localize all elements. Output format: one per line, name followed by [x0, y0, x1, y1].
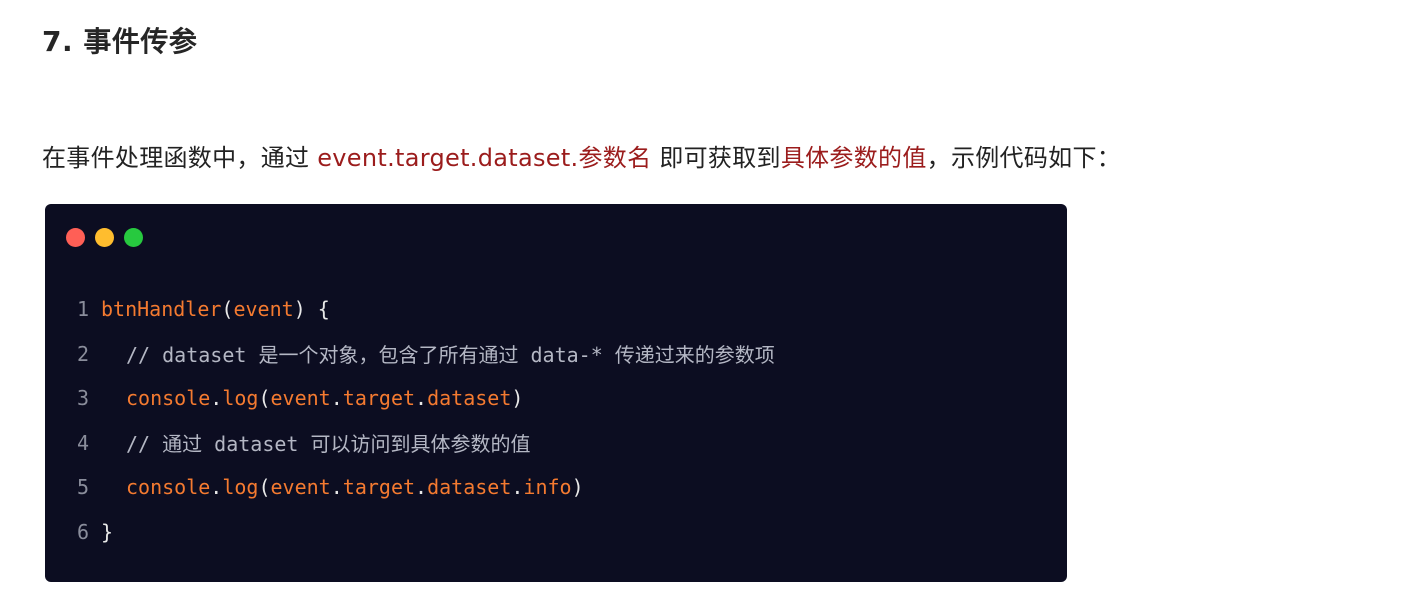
code-lines: 1 btnHandler(event) { 2// dataset 是一个对象，包… — [45, 287, 1067, 554]
window-controls — [66, 228, 143, 247]
code-line-5: 5 console.log(event.target.dataset.info) — [45, 465, 1067, 510]
token: target — [342, 386, 416, 411]
token: target — [342, 475, 416, 500]
code-line-1: 1 btnHandler(event) { — [45, 287, 1067, 332]
token: info — [523, 475, 572, 500]
code-comment: // 通过 dataset 可以访问到具体参数的值 — [126, 432, 531, 457]
line-number: 1 — [76, 297, 89, 322]
description-paragraph: 在事件处理函数中，通过 event.target.dataset.参数名 即可获… — [42, 138, 1121, 173]
paragraph-prefix: 在事件处理函数中，通过 — [42, 144, 318, 172]
paragraph-middle: 即可获取到 — [651, 144, 781, 172]
token: . — [210, 386, 223, 411]
token: event — [270, 386, 331, 411]
token: ( — [258, 386, 271, 411]
code-line-3: 3 console.log(event.target.dataset) — [45, 376, 1067, 421]
code-line-6: 6} — [45, 510, 1067, 555]
token: console — [126, 475, 211, 500]
maximize-dot-icon — [124, 228, 143, 247]
line-number: 3 — [76, 386, 89, 411]
token: log — [222, 386, 259, 411]
function-name: btnHandler — [101, 297, 222, 322]
line-number: 6 — [76, 519, 89, 544]
code-reference: event.target.dataset.参数名 — [317, 144, 652, 172]
token: dataset — [427, 475, 512, 500]
token: . — [210, 475, 223, 500]
paragraph-suffix: ，示例代码如下： — [926, 144, 1122, 172]
paren-close-brace: ) { — [293, 297, 330, 322]
code-line-2: 2 // dataset 是一个对象，包含了所有通过 data-* 传递过来的参数… — [45, 332, 1067, 377]
param-name: event — [233, 297, 294, 322]
token: ( — [258, 475, 271, 500]
code-block: 1 btnHandler(event) { 2// dataset 是一个对象，包… — [45, 204, 1067, 582]
section-heading: 7. 事件传参 — [42, 25, 198, 58]
closing-brace: } — [101, 519, 114, 544]
token: . — [330, 475, 343, 500]
token: ) — [511, 386, 524, 411]
line-number: 5 — [76, 475, 89, 500]
line-number: 2 — [76, 341, 89, 366]
minimize-dot-icon — [95, 228, 114, 247]
paren-open: ( — [221, 297, 234, 322]
token: . — [415, 386, 428, 411]
token: . — [330, 386, 343, 411]
token: . — [511, 475, 524, 500]
token: . — [415, 475, 428, 500]
token: event — [270, 475, 331, 500]
emphasis-text: 具体参数的值 — [780, 144, 927, 172]
token: ) — [571, 475, 584, 500]
line-number: 4 — [76, 430, 89, 455]
token: console — [126, 386, 211, 411]
token: dataset — [427, 386, 512, 411]
close-dot-icon — [66, 228, 85, 247]
code-line-4: 4 // 通过 dataset 可以访问到具体参数的值 — [45, 421, 1067, 466]
token: log — [222, 475, 259, 500]
code-comment: // dataset 是一个对象，包含了所有通过 data-* 传递过来的参数项 — [126, 343, 775, 368]
